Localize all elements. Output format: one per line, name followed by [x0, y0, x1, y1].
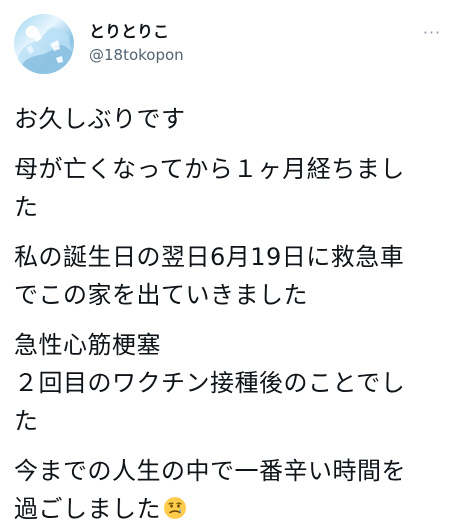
avatar[interactable]: [14, 14, 74, 74]
tweet-line: た: [14, 407, 39, 435]
tweet-line: お久しぶりです: [14, 105, 186, 133]
tweet-header: とりとりこ @18tokopon ···: [14, 14, 444, 74]
avatar-image: [14, 27, 74, 74]
tweet-line: ２回目のワクチン接種後のことでし: [14, 369, 406, 397]
tweet-line: 急性心筋梗塞: [14, 331, 161, 359]
tweet-line: 今までの人生の中で一番辛い時間を: [14, 457, 406, 485]
user-handle[interactable]: @18tokopon: [89, 45, 184, 65]
tweet-text: お久しぶりです 母が亡くなってから１ヶ月経ちまし た 私の誕生日の翌日6月19日…: [14, 100, 446, 526]
tweet-paragraph: 急性心筋梗塞 ２回目のワクチン接種後のことでし た: [14, 326, 446, 440]
tweet-line: 私の誕生日の翌日6月19日に救急車: [14, 243, 405, 271]
tweet-line: た: [14, 193, 39, 221]
tweet-line-text: 過ごしました: [14, 495, 161, 523]
more-options-icon[interactable]: ···: [420, 20, 444, 44]
tweet-paragraph: 今までの人生の中で一番辛い時間を 過ごしました: [14, 452, 446, 526]
crying-face-emoji-icon: [164, 497, 186, 519]
tweet-card: とりとりこ @18tokopon ··· お久しぶりです 母が亡くなってから１ヶ…: [0, 0, 456, 526]
tweet-line: でこの家を出ていきました: [14, 281, 308, 309]
tweet-line: 母が亡くなってから１ヶ月経ちまし: [14, 155, 405, 183]
tweet-paragraph: お久しぶりです: [14, 100, 446, 138]
display-name[interactable]: とりとりこ: [89, 22, 169, 42]
tweet-line-with-emoji: 過ごしました: [14, 490, 446, 526]
tweet-paragraph: 母が亡くなってから１ヶ月経ちまし た: [14, 150, 446, 226]
tweet-paragraph: 私の誕生日の翌日6月19日に救急車 でこの家を出ていきました: [14, 238, 446, 314]
